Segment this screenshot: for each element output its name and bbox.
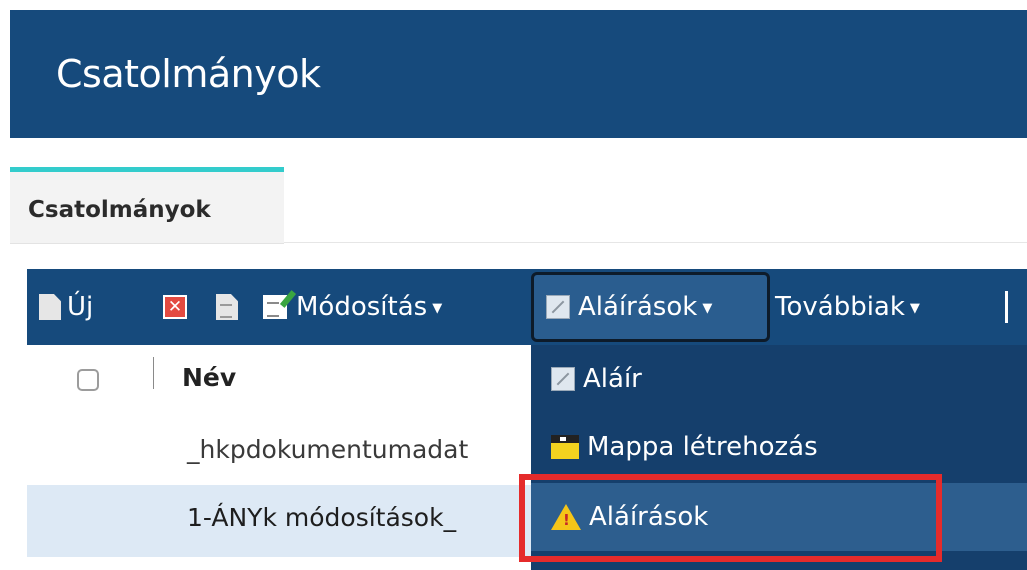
chevron-down-icon: ▼ xyxy=(432,301,443,316)
more-button-label: Továbbiak xyxy=(775,292,905,322)
toolbar-separator xyxy=(1005,291,1008,323)
signatures-button-label: Aláírások xyxy=(578,292,698,322)
menu-item-label: Mappa létrehozás xyxy=(587,432,818,462)
chevron-down-icon: ▼ xyxy=(909,301,920,316)
column-divider[interactable] xyxy=(153,357,154,389)
more-button[interactable]: Továbbiak ▼ xyxy=(775,269,920,345)
file-name-cell: _hkpdokumentumadat xyxy=(187,435,469,464)
new-button[interactable]: Új xyxy=(39,269,93,345)
column-header-name[interactable]: Név xyxy=(182,363,236,392)
signatures-dropdown-menu: Aláír Mappa létrehozás Aláírások xyxy=(531,345,1027,570)
chevron-down-icon: ▼ xyxy=(702,301,713,316)
menu-item-create-folder[interactable]: Mappa létrehozás xyxy=(531,413,1027,481)
edit-icon xyxy=(263,295,287,319)
signatures-button[interactable]: Aláírások ▼ xyxy=(531,272,770,342)
folder-icon xyxy=(551,435,579,459)
toolbar: Új ✕ Módosítás ▼ Továbbiak ▼ xyxy=(27,269,1027,345)
document-icon xyxy=(216,294,238,320)
page-header: Csatolmányok xyxy=(10,10,1027,138)
file-name-cell: 1-ÁNYk módosítások_ xyxy=(187,503,457,532)
tab-csatolmanyok[interactable]: Csatolmányok xyxy=(10,172,284,244)
delete-button[interactable]: ✕ xyxy=(163,269,187,345)
signature-icon xyxy=(551,367,575,391)
menu-item-sign[interactable]: Aláír xyxy=(531,345,1027,413)
copy-button[interactable] xyxy=(216,269,238,345)
signature-icon xyxy=(546,295,570,319)
tab-label: Csatolmányok xyxy=(28,197,211,223)
modify-button-label: Módosítás xyxy=(296,292,428,322)
tab-bar-divider xyxy=(284,242,1027,243)
new-document-icon xyxy=(39,294,61,320)
page-title: Csatolmányok xyxy=(56,52,321,96)
menu-item-label: Aláírások xyxy=(589,502,709,532)
warning-icon xyxy=(551,504,581,530)
new-button-label: Új xyxy=(67,292,94,322)
modify-button[interactable]: Módosítás ▼ xyxy=(263,269,442,345)
menu-item-signatures[interactable]: Aláírások xyxy=(531,483,1027,551)
select-all-checkbox[interactable] xyxy=(77,369,99,391)
menu-item-label: Aláír xyxy=(583,364,642,394)
delete-icon: ✕ xyxy=(163,295,187,319)
